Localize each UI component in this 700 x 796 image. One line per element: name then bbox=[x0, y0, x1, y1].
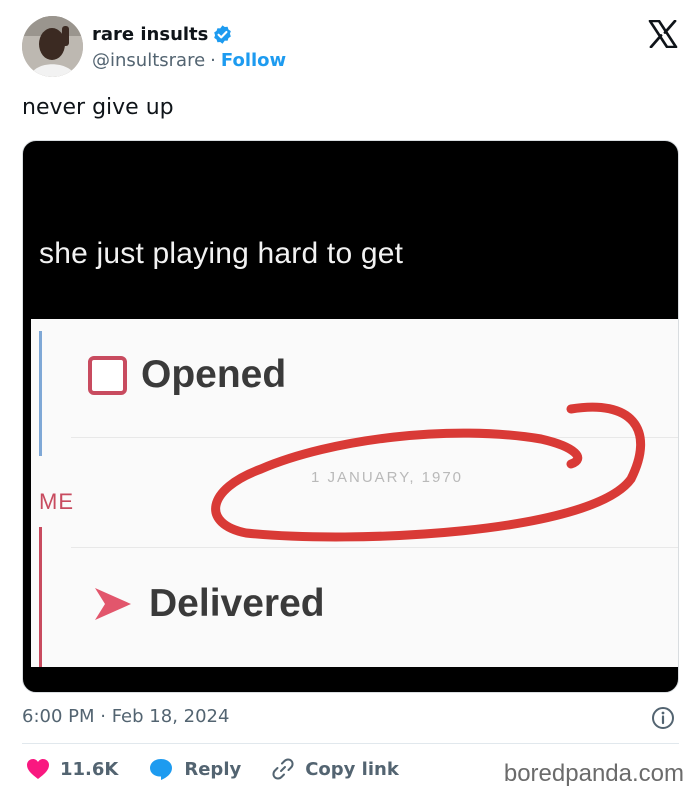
snapchat-chat-card: Opened 1 JANUARY, 1970 ME Delivered bbox=[31, 319, 678, 667]
reply-button[interactable]: Reply bbox=[148, 757, 241, 781]
link-icon bbox=[272, 758, 294, 780]
tweet-timestamp[interactable]: 6:00 PM · Feb 18, 2024 bbox=[22, 706, 229, 727]
tweet-actions: 11.6K Reply Copy link bbox=[26, 755, 429, 783]
copy-link-label: Copy link bbox=[305, 758, 399, 780]
reply-label: Reply bbox=[184, 758, 242, 780]
meme-caption: she just playing hard to get bbox=[39, 237, 404, 270]
tweet-media-image[interactable]: she just playing hard to get Opened 1 JA… bbox=[22, 140, 679, 693]
info-icon[interactable] bbox=[651, 706, 675, 730]
copy-link-button[interactable]: Copy link bbox=[271, 757, 399, 781]
verified-badge-icon bbox=[214, 24, 232, 44]
tweet-header: rare insults @insultsrare · Follow bbox=[22, 16, 682, 78]
avatar[interactable] bbox=[22, 16, 83, 77]
x-logo-icon[interactable] bbox=[648, 20, 678, 48]
reply-bubble-icon bbox=[150, 759, 173, 780]
boredpanda-watermark: boredpanda.com bbox=[503, 760, 684, 787]
like-button[interactable]: 11.6K bbox=[26, 758, 118, 780]
display-name[interactable]: rare insults bbox=[92, 24, 208, 45]
tweet-text: never give up bbox=[22, 95, 174, 120]
red-marker-circle bbox=[211, 402, 646, 542]
divider bbox=[22, 743, 679, 744]
like-count: 11.6K bbox=[60, 758, 119, 780]
separator-dot: · bbox=[210, 49, 216, 71]
follow-button[interactable]: Follow bbox=[221, 50, 286, 71]
user-handle[interactable]: @insultsrare bbox=[92, 50, 205, 71]
heart-icon bbox=[27, 759, 49, 779]
